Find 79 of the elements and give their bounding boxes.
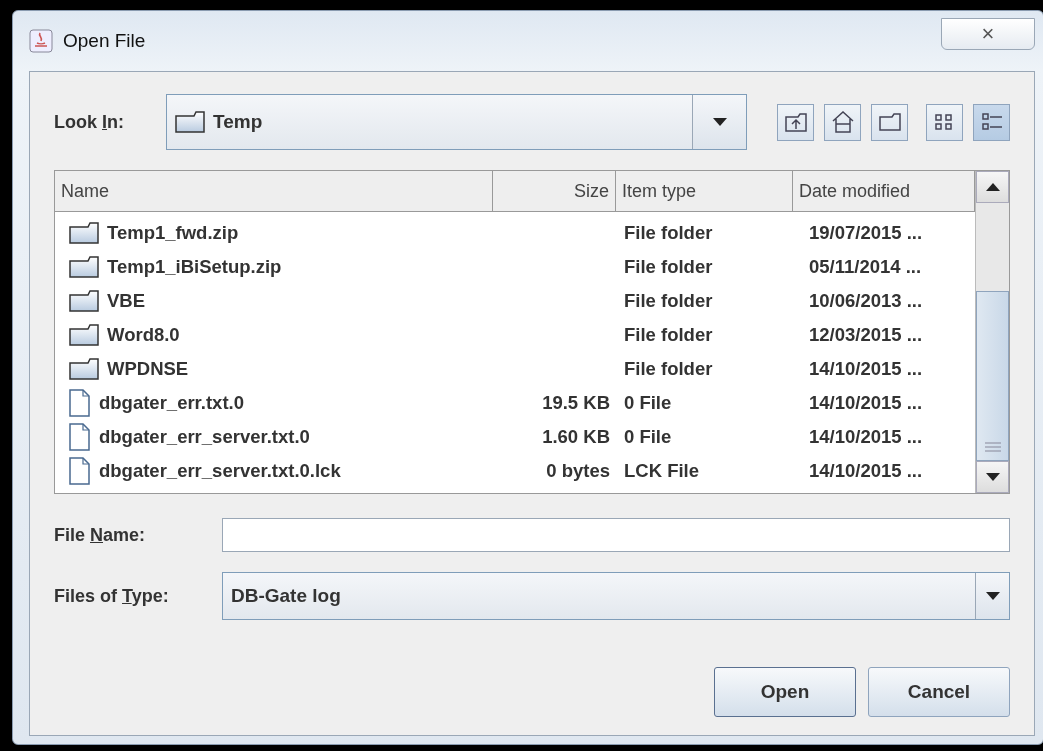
file-row[interactable]: dbgater_err_server.txt.0 1.60 KB 0 File 14/10/2015 ...: [55, 420, 975, 454]
file-row[interactable]: Temp1_fwd.zip File folder 19/07/2015 ...: [55, 216, 975, 250]
folder-icon: [878, 113, 901, 131]
file-name: Word8.0: [107, 324, 180, 346]
date-modified: 14/10/2015 ...: [808, 460, 924, 482]
date-modified: 14/10/2015 ...: [808, 392, 924, 414]
file-row[interactable]: dbgater_err.txt.0 19.5 KB 0 File 14/10/2015 ...: [55, 386, 975, 420]
file-size: 19.5 KB: [541, 392, 611, 414]
details-view-icon: [980, 112, 1003, 132]
column-header[interactable]: Size: [493, 171, 616, 211]
open-button[interactable]: Open: [714, 667, 856, 717]
folder-icon: [69, 222, 99, 244]
file-row[interactable]: dbgater_err_server.txt.0.lck 0 bytes LCK File 14/10/2015 ...: [55, 454, 975, 488]
file-name-label: File Name:: [54, 524, 147, 546]
file-name-field[interactable]: [222, 518, 1010, 552]
file-icon: [69, 457, 91, 485]
dropdown-value: Temp: [213, 111, 263, 133]
date-modified: 12/03/2015 ...: [808, 324, 924, 346]
file-icon: [69, 423, 91, 451]
home-icon: [831, 111, 854, 133]
column-header[interactable]: Name: [55, 171, 493, 211]
new-folder-button[interactable]: [871, 103, 908, 141]
item-type: File folder: [623, 256, 714, 278]
look-in-label: Look In:: [54, 111, 125, 133]
file-size: 1.60 KB: [541, 426, 611, 448]
scroll-thumb[interactable]: [976, 291, 1009, 461]
cancel-button[interactable]: Cancel: [868, 667, 1010, 717]
item-type: File folder: [623, 324, 714, 346]
file-name: dbgater_err_server.txt.0.lck: [99, 460, 341, 482]
folder-up-icon: [784, 112, 807, 132]
dropdown-arrow-icon: [985, 592, 1000, 600]
item-type: 0 File: [623, 392, 673, 414]
scroll-up-button[interactable]: [976, 171, 1009, 203]
folder-icon: [175, 111, 205, 133]
dropdown-arrow-button[interactable]: [975, 573, 1009, 619]
folder-icon: [69, 324, 99, 346]
dropdown-arrow-icon: [712, 118, 727, 126]
item-type: 0 File: [623, 426, 673, 448]
window-title: Open File: [63, 30, 146, 52]
grip-icon: [984, 442, 1001, 452]
file-row[interactable]: Temp1_iBiSetup.zip File folder 05/11/2014 ...: [55, 250, 975, 284]
home-button[interactable]: [824, 103, 861, 141]
column-header[interactable]: Item type: [616, 171, 793, 211]
date-modified: 14/10/2015 ...: [808, 426, 924, 448]
date-modified: 14/10/2015 ...: [808, 358, 924, 380]
file-type-dropdown[interactable]: DB-Gate log: [222, 572, 1010, 620]
file-name: VBE: [107, 290, 146, 312]
file-name: Temp1_fwd.zip: [107, 222, 239, 244]
date-modified: 19/07/2015 ...: [808, 222, 924, 244]
file-name: Temp1_iBiSetup.zip: [107, 256, 282, 278]
folder-icon: [69, 290, 99, 312]
file-size: 0 bytes: [545, 460, 611, 482]
close-button[interactable]: ×: [941, 18, 1035, 50]
file-name: dbgater_err_server.txt.0: [99, 426, 310, 448]
folder-icon: [69, 256, 99, 278]
date-modified: 05/11/2014 ...: [808, 256, 923, 278]
scroll-up-icon: [985, 183, 1000, 191]
item-type: File folder: [623, 358, 714, 380]
up-button[interactable]: [777, 103, 814, 141]
file-name: dbgater_err.txt.0: [99, 392, 244, 414]
file-row[interactable]: WPDNSE File folder 14/10/2015 ...: [55, 352, 975, 386]
dropdown-arrow-icon: [985, 473, 1000, 481]
file-row[interactable]: VBE File folder 10/06/2013 ...: [55, 284, 975, 318]
item-type: File folder: [623, 290, 714, 312]
file-icon: [69, 389, 91, 417]
files-of-type-label: Files of Type:: [54, 585, 170, 607]
item-type: File folder: [623, 222, 714, 244]
date-modified: 10/06/2013 ...: [808, 290, 924, 312]
look-in-dropdown[interactable]: Temp: [166, 94, 747, 150]
item-type: LCK File: [623, 460, 701, 482]
scroll-down-button[interactable]: [976, 461, 1009, 493]
app-icon: [29, 29, 53, 53]
dropdown-value: DB-Gate log: [230, 585, 342, 607]
file-name: WPDNSE: [107, 358, 189, 380]
file-row[interactable]: Word8.0 File folder 12/03/2015 ...: [55, 318, 975, 352]
scrollbar[interactable]: [975, 171, 1009, 493]
folder-icon: [69, 358, 99, 380]
details-view-button[interactable]: [973, 103, 1010, 141]
list-view-button[interactable]: [926, 103, 963, 141]
